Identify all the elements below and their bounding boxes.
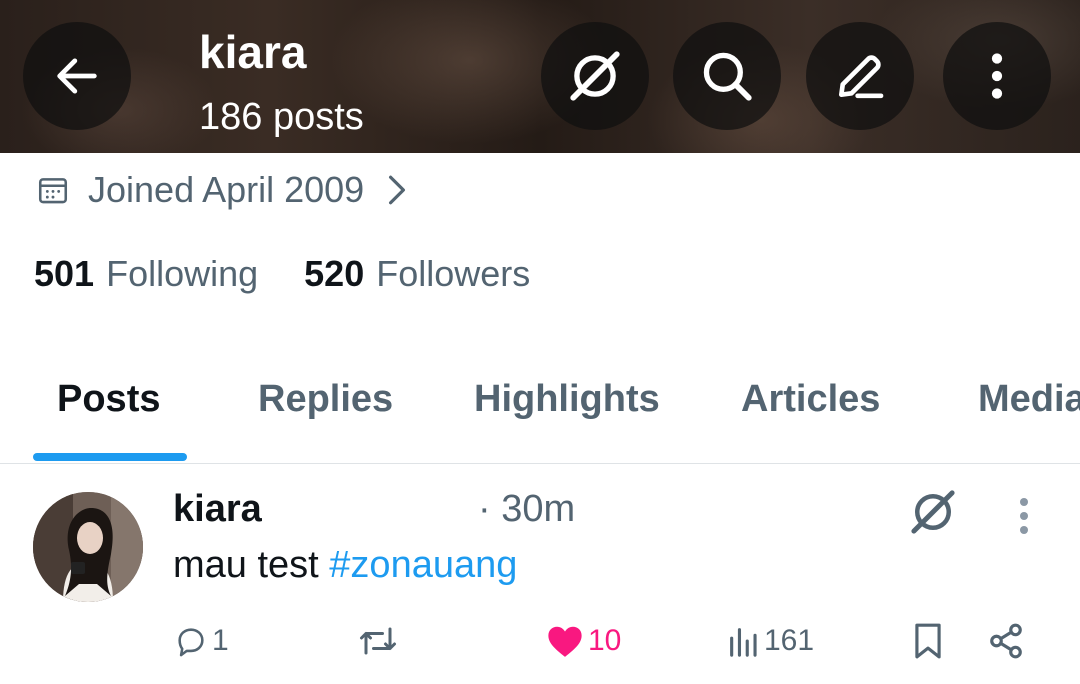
like-count: 10 bbox=[588, 624, 622, 657]
reply-icon bbox=[178, 628, 204, 657]
follow-stats: 501 Following 520 Followers bbox=[34, 250, 530, 298]
reply-button[interactable]: 1 bbox=[174, 618, 229, 664]
search-button[interactable] bbox=[673, 22, 781, 130]
following-count: 501 bbox=[34, 253, 95, 294]
more-vertical-icon[interactable] bbox=[1016, 496, 1032, 536]
post-text: mau test #zonauang bbox=[173, 544, 517, 587]
bookmark-icon bbox=[915, 623, 941, 659]
tab-replies[interactable]: Replies bbox=[258, 378, 393, 421]
followers-count: 520 bbox=[304, 253, 365, 294]
grok-button[interactable] bbox=[541, 22, 649, 130]
post-text-body: mau test bbox=[173, 544, 330, 586]
followers-link[interactable]: 520 Followers bbox=[304, 250, 530, 298]
tab-posts[interactable]: Posts bbox=[57, 378, 160, 421]
following-label: Following bbox=[106, 253, 259, 294]
hashtag-link[interactable]: #zonauang bbox=[329, 544, 517, 586]
calendar-icon bbox=[38, 178, 68, 204]
avatar[interactable] bbox=[33, 492, 143, 602]
tab-media[interactable]: Media bbox=[978, 378, 1080, 421]
avatar-photo bbox=[33, 492, 143, 602]
repost-button[interactable] bbox=[356, 618, 400, 664]
repost-icon bbox=[360, 627, 396, 655]
search-icon bbox=[703, 52, 752, 101]
grok-icon[interactable] bbox=[906, 485, 960, 539]
tab-articles[interactable]: Articles bbox=[741, 378, 880, 421]
profile-header-banner: kiara 186 posts bbox=[0, 0, 1080, 153]
followers-label: Followers bbox=[376, 253, 531, 294]
joined-text: Joined April 2009 bbox=[88, 169, 365, 210]
back-button[interactable] bbox=[23, 22, 131, 130]
views-chart-icon bbox=[730, 628, 757, 657]
reply-count: 1 bbox=[212, 624, 229, 657]
share-icon bbox=[990, 623, 1022, 659]
back-arrow-icon bbox=[57, 58, 97, 94]
joined-date-row[interactable]: Joined April 2009 bbox=[36, 166, 408, 214]
tab-highlights[interactable]: Highlights bbox=[474, 378, 660, 421]
following-link[interactable]: 501 Following bbox=[34, 250, 258, 298]
share-button[interactable] bbox=[987, 618, 1025, 664]
views-button[interactable]: 161 bbox=[726, 618, 814, 664]
post-author-name[interactable]: kiara bbox=[173, 488, 262, 531]
more-button[interactable] bbox=[943, 22, 1051, 130]
edit-button[interactable] bbox=[806, 22, 914, 130]
post-timestamp[interactable]: · 30m bbox=[478, 488, 575, 531]
active-tab-indicator bbox=[33, 453, 187, 461]
grok-icon bbox=[570, 51, 620, 101]
more-vertical-icon bbox=[991, 53, 1003, 99]
header-title: kiara bbox=[199, 26, 307, 78]
like-button[interactable]: 10 bbox=[546, 618, 621, 664]
bookmark-button[interactable] bbox=[911, 618, 945, 664]
views-count: 161 bbox=[764, 624, 815, 657]
chevron-right-icon bbox=[389, 175, 406, 205]
edit-icon bbox=[839, 55, 884, 99]
heart-icon bbox=[548, 626, 582, 657]
header-post-count: 186 posts bbox=[199, 96, 364, 138]
profile-tabs: Posts Replies Highlights Articles Media bbox=[0, 372, 1080, 464]
